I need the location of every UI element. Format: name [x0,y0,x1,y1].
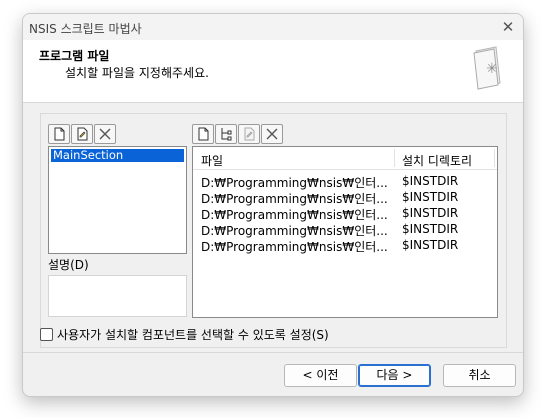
wizard-window: NSIS 스크립트 마법사 ✕ 프로그램 파일 설치할 파일을 지정해주세요. … [22,13,524,397]
column-header-file[interactable]: 파일 [201,152,223,169]
section-toolbar [48,124,116,144]
file-path: D:₩Programming₩nsis₩인터... [201,224,388,238]
file-list-header: 파일 설치 디렉토리 [193,147,497,170]
add-file-button[interactable] [192,124,214,144]
back-button[interactable]: < 이전 [284,364,357,387]
page-title: 프로그램 파일 [39,49,110,63]
select-components-checkbox[interactable] [40,328,53,341]
window-title: NSIS 스크립트 마법사 [29,22,142,36]
file-path: D:₩Programming₩nsis₩인터... [201,240,388,254]
delete-x-icon [266,128,278,140]
file-toolbar [192,124,283,144]
file-path: D:₩Programming₩nsis₩인터... [201,192,388,206]
description-box [48,275,187,317]
wizard-header: 프로그램 파일 설치할 파일을 지정해주세요. ✳ [23,40,523,103]
file-row[interactable]: D:₩Programming₩nsis₩인터... $INSTDIR [193,190,497,206]
section-list[interactable]: MainSection [48,146,187,254]
new-page-icon [54,127,65,141]
column-divider[interactable] [394,149,395,167]
new-page-icon [198,127,209,141]
edit-section-button[interactable] [71,124,93,144]
directory-tree-icon [221,128,232,141]
column-header-install-dir[interactable]: 설치 디렉토리 [402,152,472,169]
install-book-icon: ✳ [473,46,501,90]
file-row[interactable]: D:₩Programming₩nsis₩인터... $INSTDIR [193,206,497,222]
delete-section-button[interactable] [94,124,116,144]
install-dir: $INSTDIR [402,222,459,236]
close-button[interactable]: ✕ [497,16,519,38]
footer-divider [23,352,523,353]
install-dir: $INSTDIR [402,174,459,188]
file-path: D:₩Programming₩nsis₩인터... [201,176,388,190]
select-components-option[interactable]: 사용자가 설치할 컴포넌트를 선택할 수 있도록 설정(S) [40,326,329,343]
install-dir: $INSTDIR [402,238,459,252]
install-dir: $INSTDIR [402,190,459,204]
section-list-item[interactable]: MainSection [51,149,184,162]
file-list[interactable]: 파일 설치 디렉토리 D:₩Programming₩nsis₩인터... $IN… [192,146,498,318]
select-components-label[interactable]: 사용자가 설치할 컴포넌트를 선택할 수 있도록 설정(S) [57,326,329,343]
file-row[interactable]: D:₩Programming₩nsis₩인터... $INSTDIR [193,174,497,190]
edit-file-button[interactable] [238,124,260,144]
file-row[interactable]: D:₩Programming₩nsis₩인터... $INSTDIR [193,238,497,254]
file-path: D:₩Programming₩nsis₩인터... [201,208,388,222]
cancel-button[interactable]: 취소 [443,364,516,387]
edit-page-icon [244,127,255,141]
install-dir: $INSTDIR [402,206,459,220]
title-bar: NSIS 스크립트 마법사 ✕ [23,14,523,40]
svg-text:✳: ✳ [486,61,498,77]
column-divider[interactable] [494,149,495,167]
edit-page-icon [77,127,88,141]
delete-file-button[interactable] [261,124,283,144]
description-label: 설명(D) [48,258,89,272]
file-row[interactable]: D:₩Programming₩nsis₩인터... $INSTDIR [193,222,497,238]
delete-x-icon [99,128,111,140]
next-button[interactable]: 다음 > [358,364,431,387]
add-directory-button[interactable] [215,124,237,144]
page-subtitle: 설치할 파일을 지정해주세요. [65,66,209,80]
new-section-button[interactable] [48,124,70,144]
